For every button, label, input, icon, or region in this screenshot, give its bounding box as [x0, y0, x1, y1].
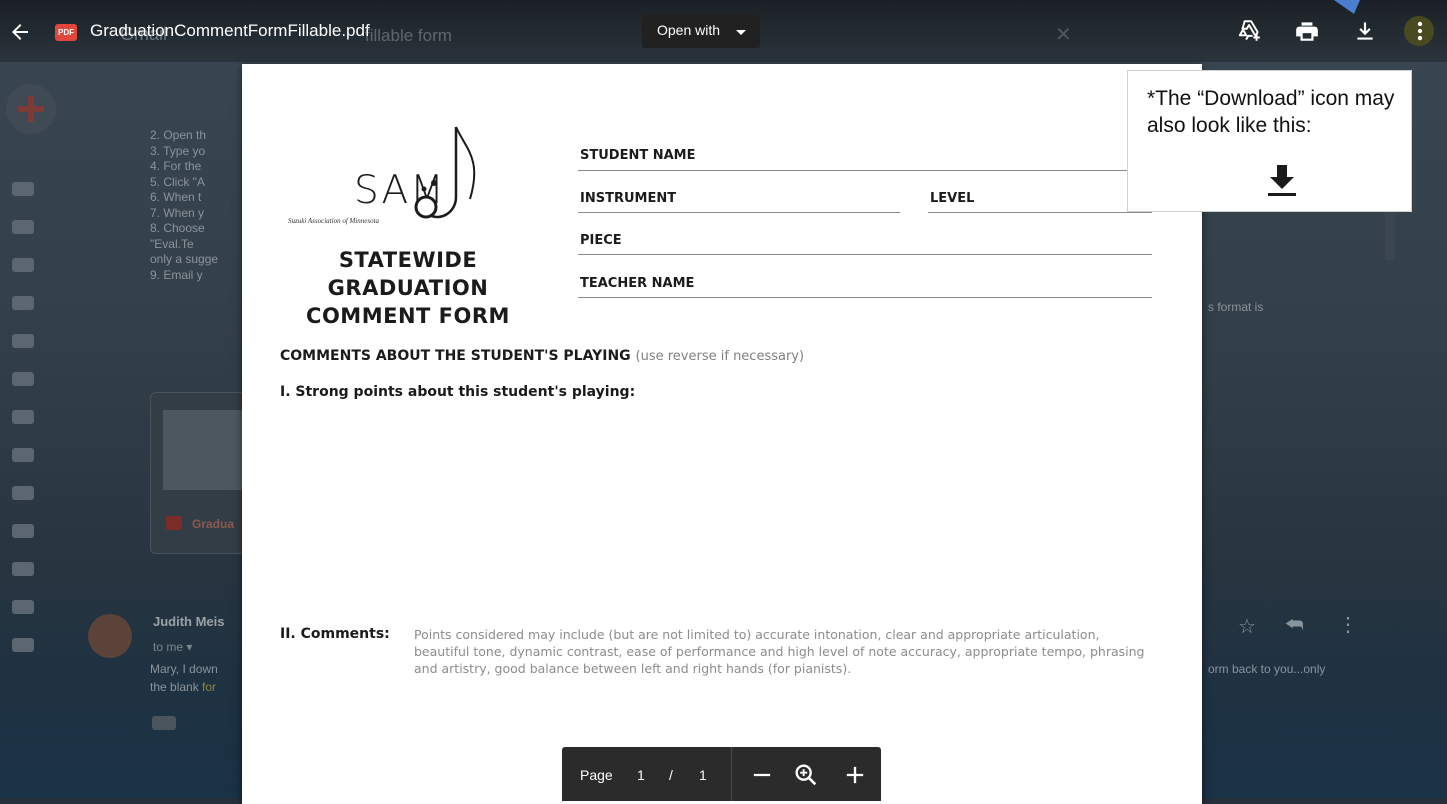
download-icon[interactable] — [1352, 18, 1378, 44]
add-to-drive-icon[interactable] — [1236, 18, 1262, 44]
background-list-item: 6. When t — [150, 190, 202, 204]
gmail-side-rail — [0, 64, 60, 798]
zoom-in-icon[interactable] — [841, 761, 869, 789]
rail-icon — [12, 258, 34, 272]
reply-icon: ⮪ — [1285, 614, 1304, 636]
rail-icon — [12, 410, 34, 424]
student-name-field[interactable] — [578, 170, 1152, 171]
pdf-page: SAM Suzuki Association of Minnesota STAT… — [242, 64, 1202, 804]
current-page-input[interactable]: 1 — [637, 767, 645, 783]
pdf-viewer-toolbar: Gmail fillable form ✕ PDF GraduationComm… — [0, 0, 1447, 62]
background-list-item: 2. Open th — [150, 128, 207, 142]
rail-icon — [12, 334, 34, 348]
logo-text: SAM — [354, 168, 446, 213]
form-title-line: STATEWIDE GRADUATION — [327, 248, 489, 300]
more-vert-icon: ⋮ — [1338, 614, 1358, 636]
level-field[interactable] — [928, 212, 1152, 213]
background-list-item: 9. Email y — [150, 267, 203, 282]
attachment-pdf-icon — [166, 516, 182, 530]
recipient-text: to me — [153, 640, 184, 654]
message-body-line: the blank for — [150, 680, 216, 694]
back-icon[interactable] — [8, 20, 32, 44]
comments-heading-text: COMMENTS ABOUT THE STUDENT'S PLAYING — [280, 348, 631, 364]
download-alt-icon — [1268, 165, 1296, 196]
student-name-label: STUDENT NAME — [580, 148, 696, 163]
background-list-item: 4. For the — [150, 159, 202, 173]
rail-icon — [12, 372, 34, 386]
page-separator: / — [669, 767, 673, 783]
instrument-label: INSTRUMENT — [580, 191, 677, 206]
logo-subtitle: Suzuki Association of Minnesota — [288, 217, 380, 225]
background-right-body: orm back to you...only — [1208, 662, 1326, 676]
form-title: STATEWIDE GRADUATION COMMENT FORM — [282, 246, 534, 330]
page-label: Page — [580, 767, 613, 783]
piece-label: PIECE — [580, 233, 622, 248]
rail-icon — [12, 220, 34, 234]
pointer-arrow-icon — [1334, 0, 1360, 14]
message-body-highlight: for — [202, 680, 217, 694]
comments-label: II. Comments: — [280, 626, 390, 642]
avatar — [88, 614, 132, 658]
teacher-name-label: TEACHER NAME — [580, 276, 695, 291]
strong-points-heading: I. Strong points about this student's pl… — [280, 384, 636, 400]
rail-icon — [12, 182, 34, 196]
rail-icon — [12, 638, 34, 652]
download-icon-callout: *The “Download” icon may also look like … — [1127, 70, 1412, 212]
search-ghost: fillable form — [365, 26, 452, 45]
sender-name: Judith Meis — [153, 614, 225, 629]
page-navigation-bar: Page 1 / 1 — [562, 747, 881, 801]
open-with-label: Open with — [657, 22, 721, 38]
background-list-item: "Eval.Te — [150, 236, 194, 251]
print-icon[interactable] — [1294, 18, 1320, 44]
level-label: LEVEL — [930, 191, 975, 206]
rail-icon — [12, 486, 34, 500]
comments-guidance-text: Points considered may include (but are n… — [414, 627, 1145, 676]
rail-icon — [12, 524, 34, 538]
teacher-name-field[interactable] — [578, 297, 1152, 298]
comments-heading: COMMENTS ABOUT THE STUDENT'S PLAYING (us… — [280, 348, 804, 364]
strong-points-field[interactable] — [280, 410, 1160, 606]
caret-down-icon — [736, 30, 746, 35]
rail-icon — [12, 600, 34, 614]
rail-icon — [12, 448, 34, 462]
message-body-text: the blank — [150, 680, 203, 694]
background-list-item: 8. Choose — [150, 221, 205, 235]
zoom-icon[interactable] — [792, 761, 820, 789]
rail-icon — [12, 296, 34, 310]
file-title: GraduationCommentFormFillable.pdf — [90, 21, 370, 40]
pdf-file-icon: PDF — [55, 24, 77, 41]
background-list-item: 5. Click "A — [150, 174, 205, 189]
background-instruction-list: 2. Open th 3. Type yo 4. For the 5. Clic… — [150, 128, 250, 283]
more-vert-icon[interactable] — [1407, 18, 1433, 44]
form-title-line: COMMENT FORM — [306, 304, 510, 328]
background-list-item: only a sugge — [150, 252, 219, 266]
comments-heading-note: (use reverse if necessary) — [635, 349, 805, 364]
rail-icon — [12, 562, 34, 576]
background-right-snippet: s format is — [1208, 300, 1264, 314]
pager-divider — [731, 747, 732, 801]
piece-field[interactable] — [578, 254, 1152, 255]
zoom-out-icon[interactable] — [748, 761, 776, 789]
chevron-down-icon: ▾ — [186, 640, 193, 654]
recipient-line: to me ▾ — [153, 640, 192, 654]
callout-text: *The “Download” icon may also look like … — [1147, 87, 1395, 137]
total-pages: 1 — [699, 767, 707, 783]
background-list-item: 3. Type yo — [150, 143, 206, 158]
open-with-button[interactable]: Open with — [642, 14, 760, 48]
attachment-name: Gradua — [192, 517, 235, 531]
attachment-thumbnail — [163, 410, 243, 490]
close-icon: ✕ — [1055, 24, 1072, 46]
trimmed-content-button — [152, 716, 176, 730]
background-list-item: 7. When y — [150, 205, 205, 220]
star-icon: ☆ — [1238, 616, 1256, 638]
instrument-field[interactable] — [578, 212, 900, 213]
message-body-line: Mary, I down — [150, 662, 218, 676]
